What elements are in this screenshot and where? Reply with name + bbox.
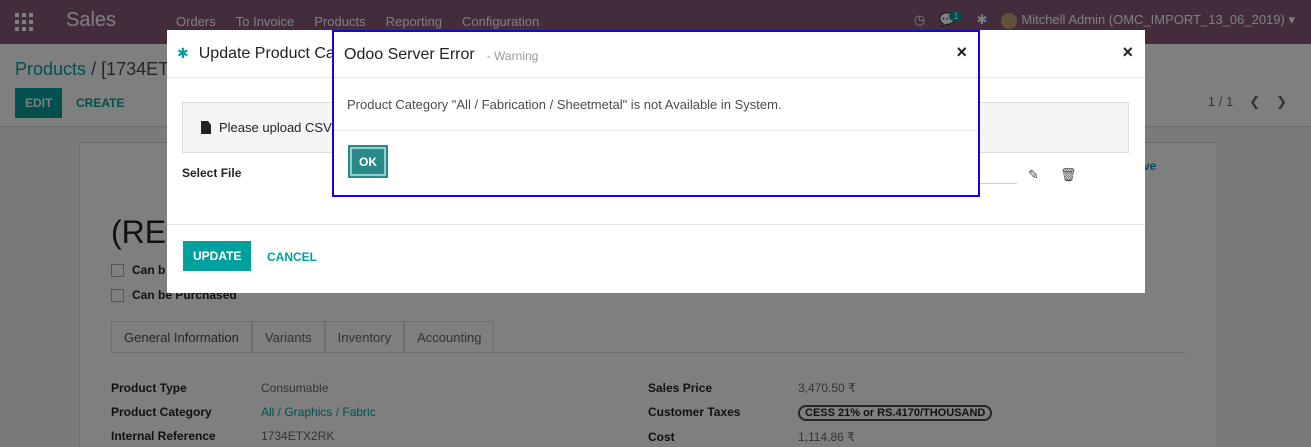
- dialog-footer-divider: [167, 224, 1145, 225]
- trash-icon[interactable]: 🗑: [1060, 167, 1077, 183]
- file-icon: [201, 121, 211, 134]
- pencil-icon[interactable]: ✎: [1028, 167, 1039, 183]
- error-subtitle: - Warning: [486, 49, 539, 63]
- close-icon[interactable]: ×: [1122, 42, 1133, 63]
- server-error-dialog: Odoo Server Error - Warning × Product Ca…: [332, 30, 980, 197]
- update-button[interactable]: UPDATE: [183, 241, 252, 271]
- dialog-title: Update Product Ca: [198, 44, 335, 62]
- error-title: Odoo Server Error: [344, 45, 475, 63]
- bug-icon: ✱: [177, 45, 189, 61]
- upload-text: Please upload CSV: [219, 120, 332, 135]
- error-message: Product Category "All / Fabrication / Sh…: [347, 97, 782, 112]
- error-dialog-header: Odoo Server Error - Warning ×: [334, 32, 978, 78]
- select-file-label: Select File: [182, 166, 242, 180]
- error-footer-divider: [334, 130, 978, 131]
- close-icon[interactable]: ×: [956, 42, 967, 63]
- ok-button[interactable]: OK: [348, 145, 388, 178]
- cancel-button[interactable]: CANCEL: [267, 250, 317, 264]
